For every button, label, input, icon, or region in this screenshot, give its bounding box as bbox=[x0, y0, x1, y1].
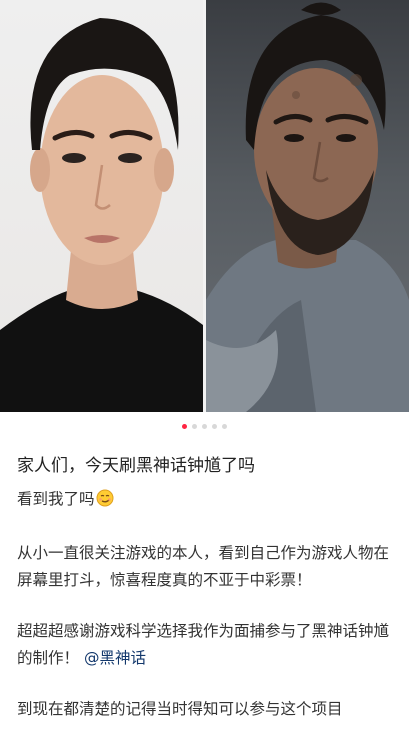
mention-link[interactable]: @黑神话 bbox=[84, 649, 146, 667]
page-dot-5[interactable] bbox=[222, 423, 227, 429]
note-paragraph-3-text: 超超超感谢游戏科学选择我作为面捕参与了黑神话钟馗的制作！ bbox=[17, 622, 390, 667]
page-dot-4[interactable] bbox=[212, 423, 217, 429]
note-line-1: 看到我了吗 bbox=[17, 486, 392, 516]
image-carousel[interactable] bbox=[0, 0, 409, 412]
note-paragraph-4: 到现在都清楚的记得当时得知可以参与这个项目 bbox=[17, 700, 343, 718]
note-title: 家人们，今天刷黑神话钟馗了吗 bbox=[17, 456, 255, 476]
page-dot-1[interactable] bbox=[182, 423, 187, 429]
note-paragraph-3: 超超超感谢游戏科学选择我作为面捕参与了黑神话钟馗的制作！ @黑神话 bbox=[17, 618, 392, 672]
carousel-page-indicator bbox=[0, 412, 409, 440]
page-dot-3[interactable] bbox=[202, 423, 207, 429]
note-content: 家人们，今天刷黑神话钟馗了吗 看到我了吗 从小一直很关注游戏的本人，看到自己作为… bbox=[0, 454, 409, 723]
portrait-photo bbox=[0, 0, 203, 412]
page-dot-2[interactable] bbox=[192, 423, 197, 429]
note-line-1-text: 看到我了吗 bbox=[17, 490, 95, 508]
smirking-face-emoji-icon bbox=[96, 489, 114, 516]
note-paragraph-2: 从小一直很关注游戏的本人，看到自己作为游戏人物在屏幕里打斗，惊喜程度真的不亚于中… bbox=[17, 544, 390, 589]
character-still bbox=[206, 0, 409, 412]
